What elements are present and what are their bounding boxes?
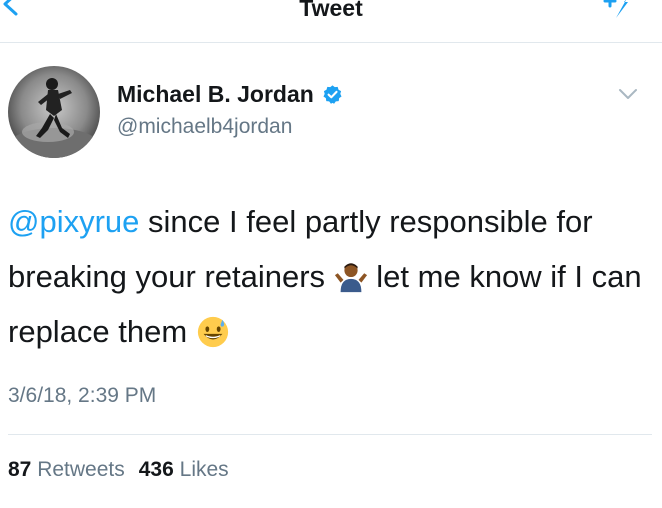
divider [8,434,652,435]
tweet-timestamp: 3/6/18, 2:39 PM [8,384,157,407]
author-display-name[interactable]: Michael B. Jordan [117,80,343,108]
compose-tweet-icon [603,0,628,18]
mention-link[interactable]: @pixyrue [8,204,139,239]
page-title: Tweet [299,0,363,21]
more-options-button[interactable] [616,82,640,106]
tweet-text: @pixyrue since I feel partly responsible… [8,194,648,359]
navigation-bar: Tweet [0,0,662,43]
likes-count: 436 [138,458,174,481]
avatar-image [8,66,100,158]
avatar[interactable] [8,66,100,158]
retweets-label: Retweets [37,458,125,481]
compose-tweet-button[interactable] [598,0,640,30]
chevron-down-icon [619,89,637,99]
person-shrugging-emoji [334,263,367,293]
likes-stat[interactable]: 436 Likes [139,458,229,481]
retweets-count: 87 [8,458,32,481]
verified-badge-icon [323,85,342,104]
author-name-text: Michael B. Jordan [117,81,314,107]
grinning-face-with-sweat-emoji [197,316,228,348]
tweet-stats: 87 Retweets 436 Likes [8,456,229,484]
likes-label: Likes [179,458,229,481]
retweets-stat[interactable]: 87 Retweets [8,458,125,481]
author-handle[interactable]: @michaelb4jordan [117,114,292,140]
